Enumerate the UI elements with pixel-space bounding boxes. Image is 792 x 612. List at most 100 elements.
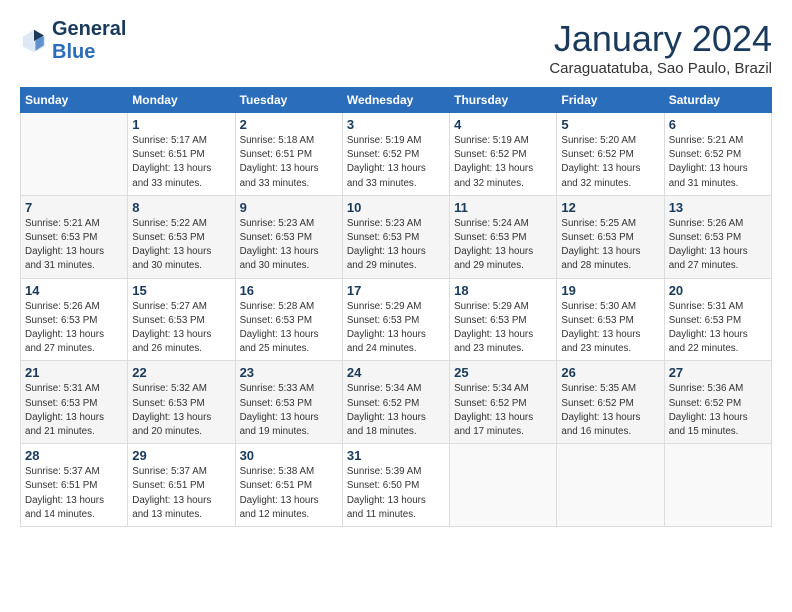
day-number: 7 [25,200,123,215]
day-info: Sunrise: 5:32 AM Sunset: 6:53 PM Dayligh… [132,382,230,439]
day-info: Sunrise: 5:26 AM Sunset: 6:53 PM Dayligh… [669,217,767,274]
day-number: 22 [132,365,230,380]
calendar-cell [557,444,664,527]
day-number: 9 [240,200,338,215]
calendar-cell: 16Sunrise: 5:28 AM Sunset: 6:53 PM Dayli… [235,278,342,361]
calendar-cell: 21 Sunrise: 5:31 AM Sunset: 6:53 PM Dayli… [21,361,128,444]
day-number: 1 [132,117,230,132]
col-monday: Monday [128,88,235,113]
day-number: 25 [454,365,552,380]
day-number: 10 [347,200,445,215]
calendar-week-4: 21 Sunrise: 5:31 AM Sunset: 6:53 PM Dayli… [21,361,772,444]
day-number: 5 [561,117,659,132]
day-number: 23 [240,365,338,380]
calendar-cell: 27Sunrise: 5:36 AM Sunset: 6:52 PM Dayli… [664,361,771,444]
col-friday: Friday [557,88,664,113]
day-info: Sunrise: 5:35 AM Sunset: 6:52 PM Dayligh… [561,382,659,439]
day-info: Sunrise: 5:23 AM Sunset: 6:53 PM Dayligh… [240,217,338,274]
day-info: Sunrise: 5:31 AM Sunset: 6:53 PM Dayligh… [669,300,767,357]
calendar-cell: 20 Sunrise: 5:31 AM Sunset: 6:53 PM Dayli… [664,278,771,361]
day-number: 26 [561,365,659,380]
col-wednesday: Wednesday [342,88,449,113]
page: General Blue January 2024 Caraguatatuba,… [0,0,792,537]
day-number: 4 [454,117,552,132]
day-info: Sunrise: 5:26 AM Sunset: 6:53 PM Dayligh… [25,300,123,357]
day-info: Sunrise: 5:17 AM Sunset: 6:51 PM Dayligh… [132,134,230,191]
day-info: Sunrise: 5:23 AM Sunset: 6:53 PM Dayligh… [347,217,445,274]
calendar-cell: 28 Sunrise: 5:37 AM Sunset: 6:51 PM Dayli… [21,444,128,527]
day-info: Sunrise: 5:22 AM Sunset: 6:53 PM Dayligh… [132,217,230,274]
day-number: 17 [347,283,445,298]
calendar-cell: 18Sunrise: 5:29 AM Sunset: 6:53 PM Dayli… [450,278,557,361]
calendar-cell: 7 Sunrise: 5:21 AM Sunset: 6:53 PM Daylig… [21,195,128,278]
day-info: Sunrise: 5:37 AM Sunset: 6:51 PM Dayligh… [132,465,230,522]
calendar-cell: 26 Sunrise: 5:35 AM Sunset: 6:52 PM Dayli… [557,361,664,444]
day-number: 28 [25,448,123,463]
calendar-cell: 24Sunrise: 5:34 AM Sunset: 6:52 PM Dayli… [342,361,449,444]
calendar-cell: 3 Sunrise: 5:19 AM Sunset: 6:52 PM Daylig… [342,113,449,196]
day-number: 18 [454,283,552,298]
day-number: 21 [25,365,123,380]
header-row: Sunday Monday Tuesday Wednesday Thursday… [21,88,772,113]
month-title: January 2024 [549,18,772,60]
calendar-cell: 15 Sunrise: 5:27 AM Sunset: 6:53 PM Dayli… [128,278,235,361]
logo-icon [20,27,48,55]
col-thursday: Thursday [450,88,557,113]
calendar-cell: 1 Sunrise: 5:17 AM Sunset: 6:51 PM Daylig… [128,113,235,196]
day-number: 12 [561,200,659,215]
calendar-cell [664,444,771,527]
day-info: Sunrise: 5:34 AM Sunset: 6:52 PM Dayligh… [347,382,445,439]
col-tuesday: Tuesday [235,88,342,113]
day-number: 30 [240,448,338,463]
day-info: Sunrise: 5:29 AM Sunset: 6:53 PM Dayligh… [347,300,445,357]
day-number: 2 [240,117,338,132]
day-number: 3 [347,117,445,132]
day-number: 11 [454,200,552,215]
day-number: 16 [240,283,338,298]
calendar-cell: 11Sunrise: 5:24 AM Sunset: 6:53 PM Dayli… [450,195,557,278]
day-number: 31 [347,448,445,463]
day-number: 29 [132,448,230,463]
calendar-week-2: 7 Sunrise: 5:21 AM Sunset: 6:53 PM Daylig… [21,195,772,278]
day-info: Sunrise: 5:39 AM Sunset: 6:50 PM Dayligh… [347,465,445,522]
calendar-cell: 31 Sunrise: 5:39 AM Sunset: 6:50 PM Dayli… [342,444,449,527]
day-info: Sunrise: 5:30 AM Sunset: 6:53 PM Dayligh… [561,300,659,357]
calendar-cell: 10 Sunrise: 5:23 AM Sunset: 6:53 PM Dayli… [342,195,449,278]
calendar-cell: 25 Sunrise: 5:34 AM Sunset: 6:52 PM Dayli… [450,361,557,444]
calendar-cell: 8 Sunrise: 5:22 AM Sunset: 6:53 PM Daylig… [128,195,235,278]
day-number: 19 [561,283,659,298]
day-number: 6 [669,117,767,132]
day-info: Sunrise: 5:18 AM Sunset: 6:51 PM Dayligh… [240,134,338,191]
calendar-cell: 19 Sunrise: 5:30 AM Sunset: 6:53 PM Dayli… [557,278,664,361]
day-info: Sunrise: 5:27 AM Sunset: 6:53 PM Dayligh… [132,300,230,357]
day-info: Sunrise: 5:21 AM Sunset: 6:53 PM Dayligh… [25,217,123,274]
day-info: Sunrise: 5:19 AM Sunset: 6:52 PM Dayligh… [347,134,445,191]
day-number: 15 [132,283,230,298]
day-info: Sunrise: 5:34 AM Sunset: 6:52 PM Dayligh… [454,382,552,439]
day-info: Sunrise: 5:37 AM Sunset: 6:51 PM Dayligh… [25,465,123,522]
calendar-cell: 13 Sunrise: 5:26 AM Sunset: 6:53 PM Dayli… [664,195,771,278]
calendar-cell: 17 Sunrise: 5:29 AM Sunset: 6:53 PM Dayli… [342,278,449,361]
calendar-table: Sunday Monday Tuesday Wednesday Thursday… [20,87,772,527]
calendar-cell: 14Sunrise: 5:26 AM Sunset: 6:53 PM Dayli… [21,278,128,361]
day-info: Sunrise: 5:31 AM Sunset: 6:53 PM Dayligh… [25,382,123,439]
day-info: Sunrise: 5:21 AM Sunset: 6:52 PM Dayligh… [669,134,767,191]
calendar-cell: 29 Sunrise: 5:37 AM Sunset: 6:51 PM Dayli… [128,444,235,527]
calendar-week-5: 28 Sunrise: 5:37 AM Sunset: 6:51 PM Dayli… [21,444,772,527]
day-number: 13 [669,200,767,215]
day-info: Sunrise: 5:33 AM Sunset: 6:53 PM Dayligh… [240,382,338,439]
col-saturday: Saturday [664,88,771,113]
calendar-cell [21,113,128,196]
calendar-cell: 4Sunrise: 5:19 AM Sunset: 6:52 PM Daylig… [450,113,557,196]
subtitle: Caraguatatuba, Sao Paulo, Brazil [549,60,772,77]
calendar-cell: 22 Sunrise: 5:32 AM Sunset: 6:53 PM Dayli… [128,361,235,444]
calendar-cell: 5Sunrise: 5:20 AM Sunset: 6:52 PM Daylig… [557,113,664,196]
day-number: 20 [669,283,767,298]
calendar-week-1: 1 Sunrise: 5:17 AM Sunset: 6:51 PM Daylig… [21,113,772,196]
calendar-cell: 9 Sunrise: 5:23 AM Sunset: 6:53 PM Daylig… [235,195,342,278]
calendar-week-3: 14Sunrise: 5:26 AM Sunset: 6:53 PM Dayli… [21,278,772,361]
day-number: 8 [132,200,230,215]
col-sunday: Sunday [21,88,128,113]
calendar-cell: 2 Sunrise: 5:18 AM Sunset: 6:51 PM Daylig… [235,113,342,196]
calendar-cell: 6 Sunrise: 5:21 AM Sunset: 6:52 PM Daylig… [664,113,771,196]
